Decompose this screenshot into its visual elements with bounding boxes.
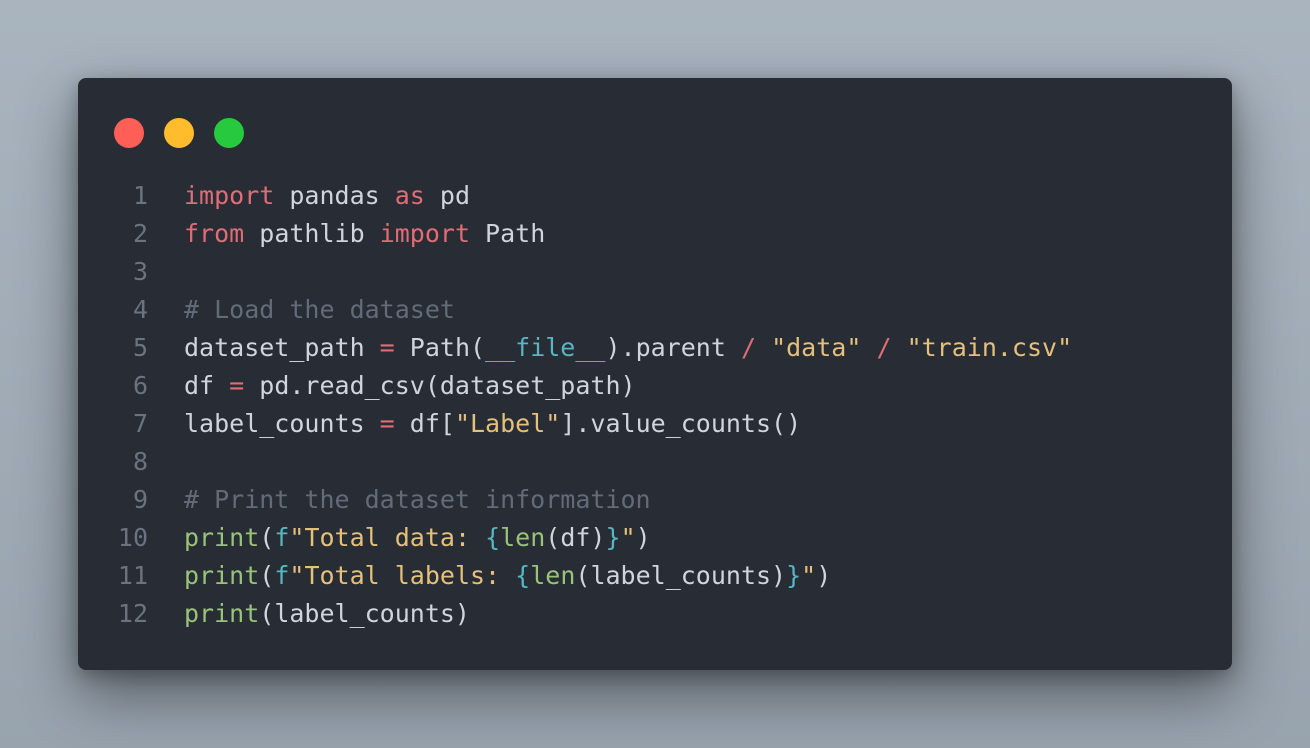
line-number: 11 xyxy=(117,561,148,590)
code-token: f xyxy=(274,523,290,552)
code-line: 7 label_counts = df["Label"].value_counts… xyxy=(78,405,1232,443)
code-token: = xyxy=(379,409,395,438)
code-text: print(f"Total labels: {len(label_counts)… xyxy=(184,557,831,595)
code-token: print xyxy=(184,561,260,590)
code-token: label_counts xyxy=(184,409,380,438)
code-token: pathlib xyxy=(244,219,380,248)
code-line: 1 import pandas as pd xyxy=(78,177,1232,215)
line-number: 6 xyxy=(132,371,148,400)
code-token: df[ xyxy=(394,409,455,438)
close-button[interactable] xyxy=(114,118,144,148)
code-token: import xyxy=(379,219,470,248)
code-token: "train.csv" xyxy=(906,333,1073,362)
code-line: 11 print(f"Total labels: {len(label_count… xyxy=(78,557,1232,595)
minimize-button[interactable] xyxy=(164,118,194,148)
line-number: 3 xyxy=(132,257,148,286)
code-token: len xyxy=(500,523,546,552)
code-token: "Label" xyxy=(454,409,561,438)
code-token: Path xyxy=(470,219,546,248)
line-number: 2 xyxy=(132,219,148,248)
line-number: 7 xyxy=(132,409,148,438)
code-window: 1 import pandas as pd 2 from pathlib import… xyxy=(78,78,1232,670)
code-text: # Load the dataset xyxy=(184,291,455,329)
code-token: = xyxy=(379,333,395,362)
line-number: 10 xyxy=(117,523,148,552)
code-token: ( xyxy=(259,523,275,552)
code-token: pd xyxy=(424,181,470,210)
code-token: # Load the dataset xyxy=(184,295,455,324)
code-token: } xyxy=(786,561,802,590)
line-number: 5 xyxy=(132,333,148,362)
code-token: # Print the dataset information xyxy=(184,485,651,514)
line-number: 9 xyxy=(132,485,148,514)
code-token: import xyxy=(184,181,275,210)
code-text: import pandas as pd xyxy=(184,177,470,215)
code-text: from pathlib import Path xyxy=(184,215,545,253)
code-line: 3 xyxy=(78,253,1232,291)
code-token: ).parent xyxy=(605,333,741,362)
code-text: print(f"Total data: {len(df)}") xyxy=(184,519,651,557)
code-token: "Total labels: xyxy=(289,561,516,590)
code-token: (label_counts) xyxy=(575,561,787,590)
code-text: # Print the dataset information xyxy=(184,481,651,519)
code-token: dataset_path xyxy=(184,333,380,362)
code-token: "Total data: xyxy=(289,523,486,552)
code-token: (df) xyxy=(545,523,606,552)
code-token: = xyxy=(229,371,245,400)
code-line: 4 # Load the dataset xyxy=(78,291,1232,329)
code-line: 12 print(label_counts) xyxy=(78,595,1232,633)
code-token: ].value_counts() xyxy=(560,409,802,438)
code-block: 1 import pandas as pd 2 from pathlib import… xyxy=(78,177,1232,633)
code-line: 9 # Print the dataset information xyxy=(78,481,1232,519)
code-token: / xyxy=(740,333,756,362)
code-token: pandas xyxy=(274,181,395,210)
code-token: " xyxy=(620,523,636,552)
code-token: print xyxy=(184,599,260,628)
code-token: } xyxy=(605,523,621,552)
code-line: 6 df = pd.read_csv(dataset_path) xyxy=(78,367,1232,405)
line-number: 1 xyxy=(132,181,148,210)
line-number: 8 xyxy=(132,447,148,476)
code-line: 2 from pathlib import Path xyxy=(78,215,1232,253)
code-token: ( xyxy=(259,561,275,590)
code-token: { xyxy=(485,523,501,552)
code-token: f xyxy=(274,561,290,590)
code-line: 5 dataset_path = Path(__file__).parent / … xyxy=(78,329,1232,367)
code-line: 10 print(f"Total data: {len(df)}") xyxy=(78,519,1232,557)
code-token: " xyxy=(801,561,817,590)
code-token: "data" xyxy=(771,333,862,362)
code-line: 8 xyxy=(78,443,1232,481)
code-token: (label_counts) xyxy=(259,599,470,628)
code-token: { xyxy=(515,561,531,590)
code-token: pd.read_csv(dataset_path) xyxy=(244,371,636,400)
code-token: Path( xyxy=(394,333,486,362)
line-number: 4 xyxy=(132,295,148,324)
code-text: dataset_path = Path(__file__).parent / "… xyxy=(184,329,1072,367)
code-token: len xyxy=(530,561,576,590)
code-text: print(label_counts) xyxy=(184,595,470,633)
code-text: label_counts = df["Label"].value_counts(… xyxy=(184,405,801,443)
code-token: ) xyxy=(816,561,832,590)
code-token: print xyxy=(184,523,260,552)
code-token: ) xyxy=(635,523,651,552)
code-token: from xyxy=(184,219,245,248)
line-number: 12 xyxy=(117,599,148,628)
code-token: df xyxy=(184,371,230,400)
code-token: / xyxy=(876,333,892,362)
maximize-button[interactable] xyxy=(214,118,244,148)
code-token: __file__ xyxy=(485,333,606,362)
code-text: df = pd.read_csv(dataset_path) xyxy=(184,367,636,405)
code-token: as xyxy=(394,181,425,210)
